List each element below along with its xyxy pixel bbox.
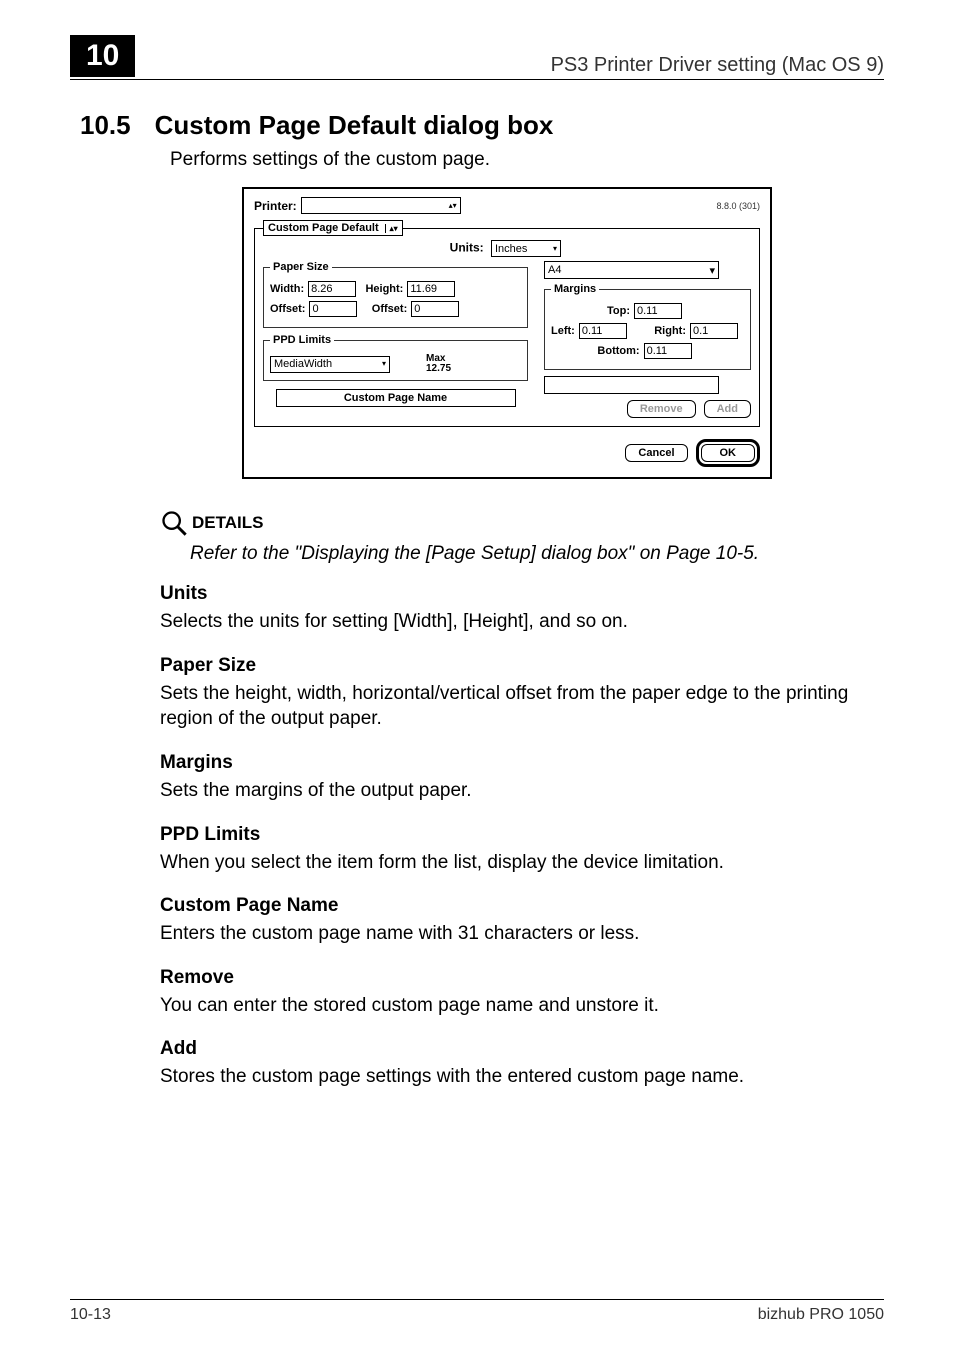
page-footer: 10-13 bizhub PRO 1050 [70,1299,884,1324]
section-title: Custom Page Default dialog box [155,110,554,141]
units-label: Units: [450,241,484,255]
paper-size-legend: Paper Size [270,261,332,273]
margins-group: Margins Top: Left: Right: [544,283,751,370]
custom-page-name-field[interactable] [544,376,719,394]
height-field[interactable] [407,281,455,297]
margins-body: Sets the margins of the output paper. [160,778,874,804]
cpn-body: Enters the custom page name with 31 char… [160,921,874,947]
default-button-ring: OK [696,439,761,467]
custom-page-default-group: Custom Page Default ▴▾ Units: Inches ▾ P… [254,220,760,427]
ppd-limits-group: PPD Limits MediaWidth ▾ Max 12.75 [263,334,528,381]
offset1-field[interactable] [309,301,357,317]
printer-label: Printer: [254,199,297,213]
height-label: Height: [365,283,403,295]
remove-button[interactable]: Remove [627,400,696,418]
page-name-select[interactable]: A4 ▾ [544,261,719,279]
add-body: Stores the custom page settings with the… [160,1064,874,1090]
add-heading: Add [160,1038,874,1060]
footer-page-number: 10-13 [70,1306,111,1324]
chevron-down-icon: ▾ [553,245,557,253]
section-intro: Performs settings of the custom page. [170,149,874,171]
magnifier-icon [160,509,188,537]
ppd-limits-legend: PPD Limits [270,334,334,346]
left-field[interactable] [579,323,627,339]
right-field[interactable] [690,323,738,339]
ppd-item-select[interactable]: MediaWidth ▾ [270,356,390,373]
remove-heading: Remove [160,967,874,989]
ok-button[interactable]: OK [701,444,756,462]
custom-page-default-dialog: Printer: ▴▾ 8.8.0 (301) Custom Page Defa… [242,187,772,479]
section-number: 10.5 [80,110,131,141]
ppd-max-value: 12.75 [426,363,451,374]
section-heading: 10.5 Custom Page Default dialog box [80,110,874,141]
dialog-screenshot: Printer: ▴▾ 8.8.0 (301) Custom Page Defa… [140,187,874,479]
chevron-down-icon: ▾ [709,264,715,277]
offset2-field[interactable] [411,301,459,317]
units-body: Selects the units for setting [Width], [… [160,609,874,635]
paper-body: Sets the height, width, horizontal/verti… [160,681,874,732]
offset1-label: Offset: [270,303,305,315]
width-label: Width: [270,283,304,295]
bottom-field[interactable] [644,343,692,359]
details-label: DETAILS [192,513,263,533]
width-field[interactable] [308,281,356,297]
updown-icon: ▴▾ [449,202,457,210]
margins-heading: Margins [160,752,874,774]
chevron-down-icon: ▾ [382,360,386,368]
bottom-label: Bottom: [597,345,639,357]
details-heading: DETAILS [160,509,874,537]
dialog-version: 8.8.0 (301) [716,201,760,211]
left-label: Left: [551,325,575,337]
chapter-number: 10 [70,35,135,77]
printer-select[interactable]: ▴▾ [301,197,461,214]
custom-page-name-label: Custom Page Name [276,389,516,407]
cancel-button[interactable]: Cancel [625,444,687,462]
remove-body: You can enter the stored custom page nam… [160,993,874,1019]
cpn-heading: Custom Page Name [160,895,874,917]
header-title: PS3 Printer Driver setting (Mac OS 9) [551,54,884,77]
units-select[interactable]: Inches ▾ [491,240,561,257]
units-heading: Units [160,583,874,605]
footer-product: bizhub PRO 1050 [758,1306,884,1324]
top-label: Top: [607,305,630,317]
paper-heading: Paper Size [160,655,874,677]
margins-legend: Margins [551,283,599,295]
add-button[interactable]: Add [704,400,751,418]
ppd-heading: PPD Limits [160,824,874,846]
details-reference: Refer to the "Displaying the [Page Setup… [190,543,874,565]
right-label: Right: [654,325,686,337]
offset2-label: Offset: [372,303,407,315]
cpd-legend[interactable]: Custom Page Default ▴▾ [263,220,403,236]
top-field[interactable] [634,303,682,319]
ppd-body: When you select the item form the list, … [160,850,874,876]
page-header: 10 PS3 Printer Driver setting (Mac OS 9) [70,0,884,80]
updown-icon: ▴▾ [385,224,398,233]
paper-size-group: Paper Size Width: Height: Offset: [263,261,528,328]
